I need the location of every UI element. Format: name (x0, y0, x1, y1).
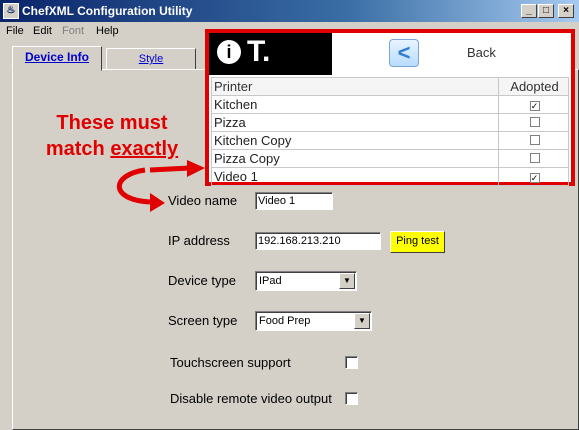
table-row[interactable]: Kitchen ✓ (211, 95, 569, 114)
chevron-down-icon[interactable]: ▼ (339, 273, 355, 289)
video-name-input[interactable]: Video 1 (255, 192, 333, 210)
adopted-checkbox[interactable] (529, 117, 540, 127)
adopted-checkbox[interactable] (529, 135, 540, 145)
ip-address-label: IP address (168, 233, 230, 248)
printer-table: Printer Adopted Kitchen ✓ Pizza Kitchen Cop… (211, 77, 569, 186)
overlay-header: i T. < Back (209, 33, 571, 75)
table-row[interactable]: Video 1 ✓ (211, 167, 569, 186)
printer-name: Pizza Copy (211, 149, 499, 168)
video-name-label: Video name (168, 193, 238, 208)
ip-address-input[interactable]: 192.168.213.210 (255, 232, 381, 250)
menu-help[interactable]: Help (96, 25, 119, 37)
menu-font: Font (62, 25, 85, 37)
window-title: ChefXML Configuration Utility (22, 4, 193, 18)
adopted-checkbox[interactable]: ✓ (529, 173, 540, 183)
chef-icon: ♨ (3, 3, 19, 19)
adopted-cell (498, 149, 569, 168)
title-bar[interactable]: ♨ ChefXML Configuration Utility _ □ × (0, 0, 579, 22)
printer-name: Pizza (211, 113, 499, 132)
curved-arrow-icon (116, 160, 205, 212)
table-row[interactable]: Pizza Copy (211, 149, 569, 168)
table-row[interactable]: Kitchen Copy (211, 131, 569, 150)
adopted-cell (498, 113, 569, 132)
table-row[interactable]: Pizza (211, 113, 569, 132)
annotation-emphasis: exactly (110, 138, 179, 160)
device-type-label: Device type (168, 273, 236, 288)
column-adopted: Adopted (498, 77, 569, 96)
screen-type-label: Screen type (168, 313, 238, 328)
maximize-button[interactable]: □ (538, 4, 554, 18)
adopted-checkbox[interactable] (529, 153, 540, 163)
device-type-select[interactable]: IPad ▼ (255, 271, 357, 291)
touchscreen-label: Touchscreen support (170, 355, 291, 370)
adopted-cell: ✓ (498, 167, 569, 186)
chevron-down-icon[interactable]: ▼ (354, 313, 370, 329)
back-arrow-icon[interactable]: < (389, 39, 419, 67)
screen-type-value: Food Prep (259, 315, 311, 327)
printer-name: Video 1 (211, 167, 499, 186)
printer-name: Kitchen (211, 95, 499, 114)
printer-name: Kitchen Copy (211, 131, 499, 150)
ping-test-button[interactable]: Ping test (390, 231, 445, 253)
screen-type-select[interactable]: Food Prep ▼ (255, 311, 372, 331)
disable-remote-checkbox[interactable] (345, 392, 358, 405)
info-logo-icon: i (217, 40, 241, 64)
adopted-checkbox[interactable]: ✓ (529, 101, 540, 111)
tab-style[interactable]: Style (106, 48, 196, 70)
annotation-line1: These must (56, 112, 168, 134)
close-button[interactable]: × (558, 4, 574, 18)
disable-remote-label: Disable remote video output (170, 391, 332, 406)
adopted-printers-overlay: i T. < Back Printer Adopted Kitchen ✓ Pizz… (205, 29, 575, 186)
annotation-text: These must match exactly (32, 110, 192, 162)
t-logo-icon: T. (247, 35, 271, 68)
adopted-cell (498, 131, 569, 150)
column-printer: Printer (211, 77, 499, 96)
annotation-line2: match exactly (45, 138, 179, 160)
tab-device-info[interactable]: Device Info (12, 46, 102, 71)
app-logo: i T. (209, 33, 332, 75)
adopted-cell: ✓ (498, 95, 569, 114)
device-type-value: IPad (259, 275, 282, 287)
back-label[interactable]: Back (467, 45, 496, 60)
menu-edit[interactable]: Edit (33, 25, 52, 37)
touchscreen-checkbox[interactable] (345, 356, 358, 369)
minimize-button[interactable]: _ (521, 4, 537, 18)
menu-file[interactable]: File (6, 25, 24, 37)
